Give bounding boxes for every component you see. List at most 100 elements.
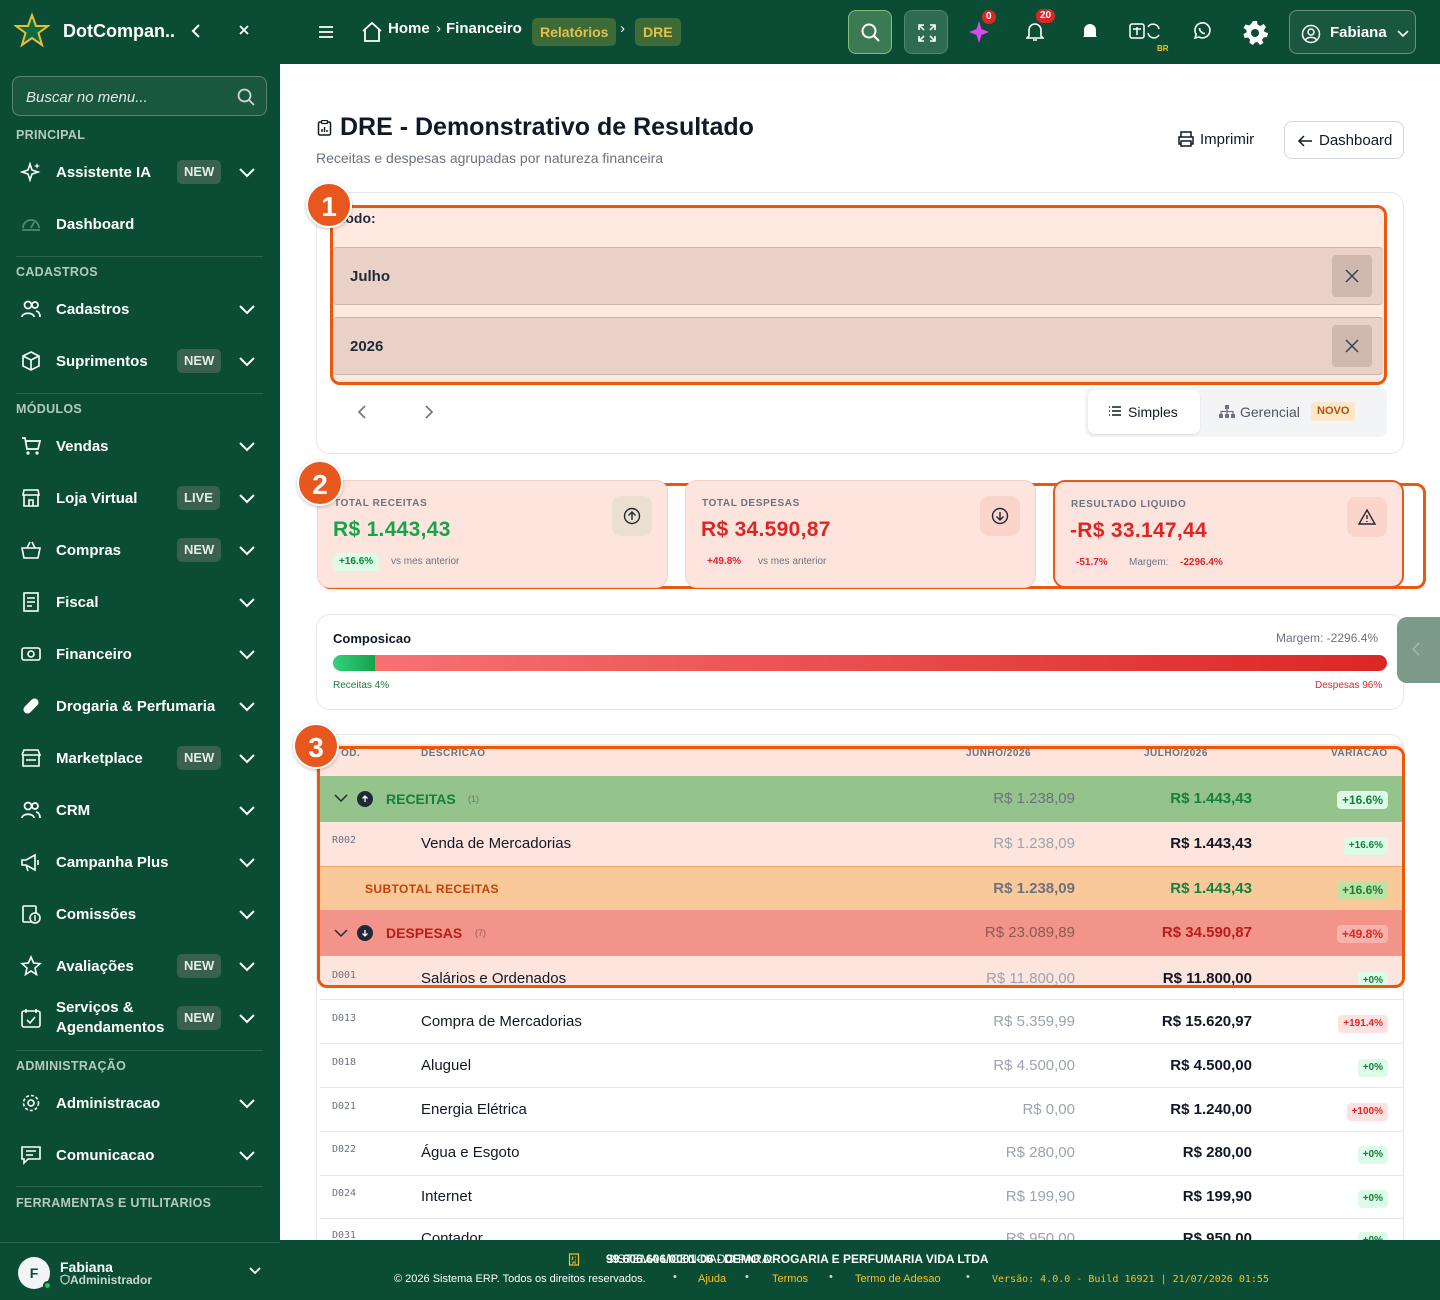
sidebar-item-crm[interactable]: CRM: [0, 788, 280, 832]
breadcrumb-financeiro[interactable]: Financeiro: [446, 20, 522, 37]
live-badge: LIVE: [177, 486, 220, 510]
view-simple-button[interactable]: Simples: [1088, 390, 1200, 434]
sidebar-item-financeiro[interactable]: Financeiro: [0, 632, 280, 676]
section-cadastros: CADASTROS: [16, 265, 98, 279]
curr-value: R$ 15.620,97: [1161, 1013, 1252, 1030]
sidebar-item-loja-virtual[interactable]: Loja Virtual LIVE: [0, 476, 280, 520]
side-panel-toggle[interactable]: [1397, 617, 1440, 683]
license-value: 99.606.606/0001-06 - DEMO DROGARIA E PER…: [606, 1252, 989, 1266]
month-select[interactable]: Julho: [333, 247, 1383, 305]
table-row[interactable]: D022 Água e Esgoto R$ 280,00 R$ 280,00 +…: [320, 1132, 1403, 1175]
curr-value: R$ 280,00: [1182, 1144, 1252, 1161]
row-description: Aluguel: [421, 1057, 472, 1074]
expand-icon: [918, 24, 936, 42]
sidebar-item-drogaria[interactable]: Drogaria & Perfumaria: [0, 684, 280, 728]
fullscreen-button[interactable]: [904, 10, 948, 54]
whatsapp-icon[interactable]: [1192, 21, 1212, 41]
sidebar-user-menu[interactable]: F Fabiana Administrador: [0, 1242, 280, 1300]
kpi-title: TOTAL DESPESAS: [702, 498, 800, 509]
section-administracao: ADMINISTRAÇÃO: [16, 1059, 127, 1073]
sidebar-item-dashboard[interactable]: Dashboard: [0, 202, 280, 246]
composition-title: Composicao: [333, 631, 412, 646]
hamburger-menu-icon[interactable]: [317, 23, 335, 41]
search-icon: [236, 87, 256, 107]
star-icon: [20, 955, 42, 977]
sidebar-item-avaliacoes[interactable]: Avaliações NEW: [0, 944, 280, 988]
curr-value: R$ 950,00: [1182, 1230, 1252, 1240]
translate-icon[interactable]: [1128, 21, 1162, 43]
arrow-up-circle-icon: [612, 496, 652, 536]
sidebar-item-cadastros[interactable]: Cadastros: [0, 287, 280, 331]
year-value: 2026: [350, 338, 384, 355]
prev-value: R$ 950,00: [1005, 1230, 1075, 1240]
bullet: •: [673, 1271, 677, 1283]
sidebar-item-suprimentos[interactable]: Suprimentos NEW: [0, 339, 280, 383]
previous-period-chevron-left-icon[interactable]: [357, 405, 367, 419]
chevron-down-icon: [1397, 29, 1409, 39]
divider: [16, 256, 263, 257]
store-icon: [20, 487, 42, 509]
users-icon: [20, 298, 42, 320]
chevron-down-icon: [248, 1265, 262, 1277]
expense-bar-fill: [375, 655, 1387, 671]
dashboard-button[interactable]: Dashboard: [1284, 121, 1404, 159]
row-description: Internet: [421, 1188, 472, 1205]
table-row[interactable]: D013 Compra de Mercadorias R$ 5.359,99 R…: [320, 1000, 1403, 1043]
breadcrumb-home[interactable]: Home: [388, 20, 430, 37]
adhesion-terms-link[interactable]: Termo de Adesao: [855, 1273, 941, 1285]
new-badge: NEW: [177, 160, 222, 184]
sidebar-item-vendas[interactable]: Vendas: [0, 424, 280, 468]
row-description: Água e Esgoto: [421, 1144, 520, 1161]
user-menu-button[interactable]: Fabiana: [1289, 10, 1416, 54]
clear-year-button[interactable]: [1332, 325, 1372, 367]
bell-icon[interactable]: [1026, 22, 1044, 42]
row-description: Contador: [421, 1230, 483, 1240]
help-link[interactable]: Ajuda: [698, 1273, 726, 1285]
close-sidebar-icon[interactable]: [237, 23, 251, 37]
sidebar-item-administracao[interactable]: Administracao: [0, 1081, 280, 1125]
chevron-down-icon: [238, 699, 256, 713]
sidebar-item-servicos[interactable]: Serviços & Agendamentos NEW: [0, 996, 280, 1040]
star-logo-icon: [14, 13, 50, 49]
sidebar-item-comissoes[interactable]: Comissões: [0, 892, 280, 936]
pill-icon: [20, 695, 42, 717]
sidebar-item-label: Dashboard: [56, 216, 135, 233]
kpi-subtext: vs mes anterior: [758, 556, 827, 567]
expense-share-label: Despesas 96%: [1315, 680, 1383, 691]
sidebar-item-campanha-plus[interactable]: Campanha Plus: [0, 840, 280, 884]
row-code: D031: [332, 1230, 357, 1240]
next-period-chevron-right-icon[interactable]: [424, 405, 434, 419]
curr-value: R$ 199,90: [1182, 1188, 1252, 1205]
menu-search-input[interactable]: Buscar no menu...: [12, 76, 267, 116]
sidebar-item-compras[interactable]: Compras NEW: [0, 528, 280, 572]
alert-bell-icon[interactable]: [1082, 23, 1098, 41]
new-badge: NEW: [177, 349, 222, 373]
new-badge: NEW: [177, 954, 222, 978]
search-button[interactable]: [848, 10, 892, 54]
warning-triangle-icon: [1347, 497, 1387, 537]
table-row[interactable]: D031 Contador R$ 950,00 R$ 950,00 +0%: [320, 1219, 1403, 1240]
kpi-subtext: vs mes anterior: [391, 556, 460, 567]
sidebar-item-comunicacao[interactable]: Comunicacao: [0, 1133, 280, 1177]
version-info: Versão: 4.0.0 - Build 16921 | 21/07/2026…: [992, 1274, 1269, 1285]
collapse-sidebar-icon[interactable]: [188, 22, 206, 40]
terms-link[interactable]: Termos: [772, 1273, 808, 1285]
table-row[interactable]: D024 Internet R$ 199,90 R$ 199,90 +0%: [320, 1176, 1403, 1219]
breadcrumb-separator: ›: [517, 20, 522, 37]
sidebar-item-marketplace[interactable]: Marketplace NEW: [0, 736, 280, 780]
variation-badge: +191.4%: [1338, 1015, 1388, 1033]
table-row[interactable]: D018 Aluguel R$ 4.500,00 R$ 4.500,00 +0%: [320, 1044, 1403, 1087]
footer: SISTEMA LICENCIADO PARA: 99.606.606/0001…: [280, 1240, 1440, 1300]
gear-icon[interactable]: [1242, 19, 1268, 45]
table-row[interactable]: D021 Energia Elétrica R$ 0,00 R$ 1.240,0…: [320, 1088, 1403, 1131]
year-select[interactable]: 2026: [333, 317, 1383, 375]
sidebar-item-assistente-ia[interactable]: Assistente IA NEW: [0, 150, 280, 194]
clear-month-button[interactable]: [1332, 255, 1372, 297]
step-marker-1: 1: [306, 182, 352, 228]
bullet: •: [745, 1271, 749, 1283]
page-subtitle: Receitas e despesas agrupadas por nature…: [316, 150, 664, 166]
breadcrumb-relatorios[interactable]: Relatórios: [532, 18, 617, 46]
variation-badge: +0%: [1357, 1232, 1388, 1240]
sidebar-item-fiscal[interactable]: Fiscal: [0, 580, 280, 624]
view-toggle: Simples Gerencial NOVO: [1085, 387, 1387, 437]
